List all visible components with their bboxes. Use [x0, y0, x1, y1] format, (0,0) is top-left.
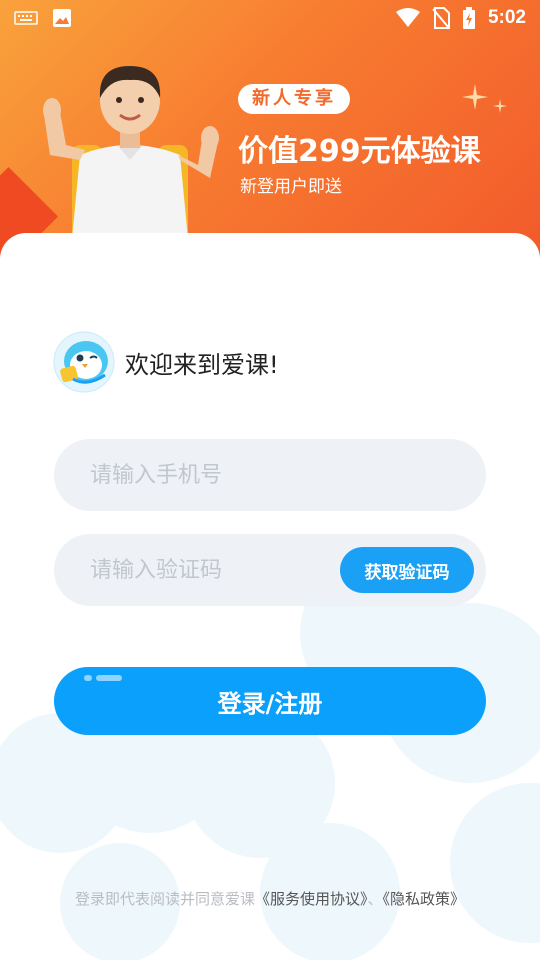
welcome-header: 欢迎来到爱课! — [53, 331, 279, 393]
agreement-separator: 、 — [367, 890, 383, 908]
code-field[interactable]: 获取验证码 — [54, 534, 486, 606]
button-shine — [84, 675, 124, 681]
promo-subtitle: 新登用户即送 — [240, 177, 342, 197]
status-bar: 5:02 — [0, 0, 540, 36]
phone-input[interactable] — [90, 462, 350, 488]
status-time: 5:02 — [487, 7, 526, 28]
sparkle-icon — [462, 84, 488, 110]
mascot-logo — [53, 331, 115, 393]
sparkle-small-icon — [493, 99, 507, 113]
service-agreement-link[interactable]: 《服务使用协议》 — [255, 890, 368, 908]
no-sim-icon — [432, 7, 450, 29]
wifi-icon — [395, 8, 420, 27]
get-code-button[interactable]: 获取验证码 — [340, 547, 474, 593]
privacy-policy-link[interactable]: 《隐私政策》 — [383, 890, 466, 908]
promo-badge: 新人专享 — [238, 84, 350, 114]
promo-banner: 5:02 新人专享 价值299元体验课 新登用户即送 — [0, 0, 540, 260]
phone-field[interactable] — [54, 439, 486, 511]
login-card: 欢迎来到爱课! 获取验证码 登录/注册 登录即代表阅读并同意爱课《服务使用协议》… — [0, 233, 540, 960]
battery-charging-icon — [462, 7, 475, 29]
keyboard-icon — [14, 11, 38, 25]
welcome-text: 欢迎来到爱课! — [125, 350, 279, 379]
login-register-label: 登录/注册 — [217, 689, 323, 718]
agreement-text: 登录即代表阅读并同意爱课《服务使用协议》、《隐私政策》 — [0, 888, 540, 909]
promo-title: 价值299元体验课 — [238, 134, 481, 169]
code-input[interactable] — [90, 557, 350, 583]
agreement-prefix: 登录即代表阅读并同意爱课 — [74, 890, 255, 908]
login-register-button[interactable]: 登录/注册 — [54, 667, 486, 735]
child-illustration — [43, 66, 219, 260]
image-icon — [53, 9, 71, 27]
